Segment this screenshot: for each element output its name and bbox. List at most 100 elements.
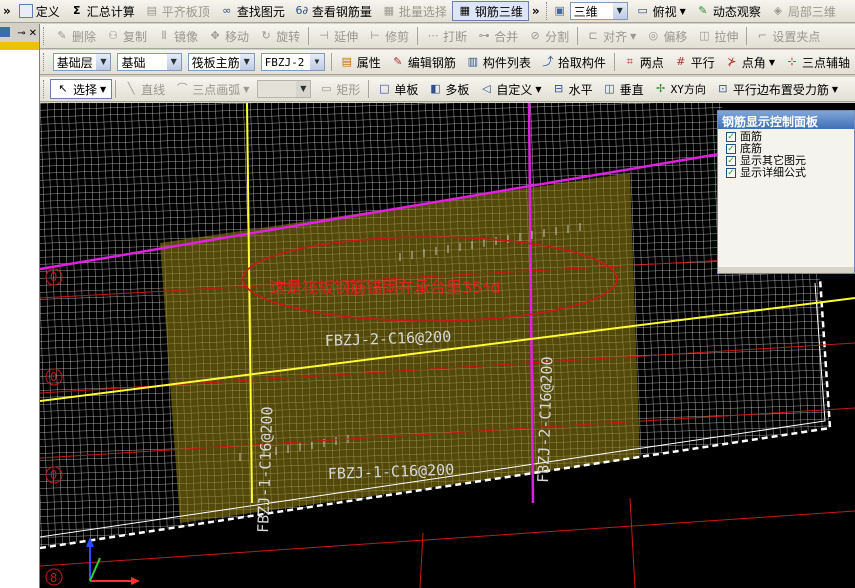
component-value: 筏板主筋: [191, 55, 240, 70]
checkbox-checked-icon[interactable]: ✓: [726, 144, 736, 154]
left-panel-header: ⊸ ✕: [0, 24, 39, 42]
align-button[interactable]: ⊏ 对齐 ▼: [581, 26, 641, 46]
extend-button[interactable]: ⊣ 延伸: [312, 26, 363, 46]
rotate-button[interactable]: ↻ 旋转: [254, 26, 305, 46]
chevron-down-icon: ▼: [309, 54, 324, 70]
delete-label: 删除: [72, 29, 97, 44]
component-select[interactable]: 筏板主筋 ▼: [187, 53, 255, 71]
merge-button[interactable]: ⊶ 合并: [472, 26, 523, 46]
three-point-axis-button[interactable]: ⊹ 三点辅轴: [780, 52, 855, 72]
arc-option-select[interactable]: ▼: [257, 80, 312, 98]
parallel-edge-button[interactable]: ⊡ 平行边布置受力筋 ▼: [711, 79, 843, 99]
offset-button[interactable]: ◎ 偏移: [641, 26, 692, 46]
level-slab-top-button[interactable]: ▤ 平齐板顶: [140, 1, 215, 21]
close-icon[interactable]: ✕: [29, 28, 37, 39]
stretch-button[interactable]: ◫ 拉伸: [692, 26, 743, 46]
top-view-button[interactable]: ▭ 俯视 ▼: [631, 1, 691, 21]
component-list-button[interactable]: ▥ 构件列表: [461, 52, 536, 72]
rect-button[interactable]: ▭ 矩形: [314, 79, 365, 99]
chevron-down-icon: ▼: [100, 84, 107, 94]
break-button[interactable]: ⋯ 打断: [421, 26, 472, 46]
orbit-button[interactable]: ✎ 动态观察: [691, 1, 766, 21]
toolbar-grip[interactable]: [43, 27, 47, 45]
trim-button[interactable]: ⊢ 修剪: [363, 26, 414, 46]
summary-calc-button[interactable]: Σ 汇总计算: [65, 1, 140, 21]
properties-button[interactable]: ▤ 属性: [335, 52, 386, 72]
toolbar-divider: [115, 80, 117, 98]
parallel-button[interactable]: # 平行: [669, 52, 720, 72]
toolbar-grip[interactable]: [43, 53, 47, 71]
define-button[interactable]: 定义: [14, 1, 65, 21]
vertical-label: 垂直: [619, 82, 644, 97]
pick-component-button[interactable]: ⤴ 拾取构件: [536, 52, 611, 72]
parallel-icon: #: [676, 55, 686, 68]
toolbar-grip[interactable]: [43, 80, 47, 98]
checkbox-checked-icon[interactable]: ✓: [726, 168, 736, 178]
local-3d-button[interactable]: ◈ 局部三维: [766, 1, 841, 21]
view-rebar-qty-button[interactable]: 6∂ 查看钢筋量: [290, 1, 377, 21]
arc-button[interactable]: ⌒ 三点画弧 ▼: [170, 79, 254, 99]
annotation-text: 这是筏板钢筋锚固在承台里35*d: [270, 278, 501, 297]
multi-slab-button[interactable]: ◧ 多板: [423, 79, 474, 99]
checkbox-checked-icon[interactable]: ✓: [726, 156, 736, 166]
parallel-edge-label: 平行边布置受力筋: [732, 82, 829, 97]
merge-label: 合并: [494, 29, 519, 44]
toolbar-grip[interactable]: [545, 2, 550, 20]
toolbar-divider: [417, 27, 419, 45]
view-mode-select[interactable]: 三维 ▼: [569, 2, 628, 20]
orbit-icon: ✎: [698, 4, 708, 17]
mirror-button[interactable]: ⫴ 镜像: [152, 26, 203, 46]
type-value: 基础: [121, 55, 146, 70]
rebar-3d-app: » 定义 Σ 汇总计算 ▤ 平齐板顶 ∞ 查找图元 6∂ 查看钢筋量 ▦ 批量选择 ▦ 钢筋…: [0, 0, 855, 588]
toolbar-overflow-chevron[interactable]: »: [0, 1, 14, 21]
rebar-display-panel: 钢筋显示控制面板 ✓ 面筋 ✓ 底筋 ✓ 显示其它图元 ✓ 显示详细公式: [717, 110, 855, 274]
line-button[interactable]: ╲ 直线: [119, 79, 170, 99]
xy-direction-button[interactable]: ✢ XY方向: [649, 79, 711, 99]
grid-3d-icon: ▦: [459, 4, 471, 17]
rebar-3d-button[interactable]: ▦ 钢筋三维: [451, 1, 529, 21]
code-value: FBZJ-2: [264, 55, 305, 69]
pin-icon[interactable]: ⊸: [17, 28, 25, 39]
local-3d-icon: ◈: [773, 4, 783, 17]
panel-scrollbar[interactable]: [718, 267, 854, 273]
offset-label: 偏移: [663, 29, 688, 44]
batch-select-icon: ▦: [383, 4, 395, 17]
floor-select[interactable]: 基础层 ▼: [52, 53, 112, 71]
three-point-axis-icon: ⊹: [787, 55, 797, 68]
level-icon: ▤: [146, 4, 157, 17]
sigma-icon: Σ: [73, 4, 81, 17]
rebar-icon: 6∂: [295, 4, 309, 17]
edit-rebar-label: 编辑钢筋: [407, 55, 456, 70]
custom-button[interactable]: ◁ 自定义 ▼: [474, 79, 546, 99]
code-select[interactable]: FBZJ-2 ▼: [260, 53, 325, 71]
select-button[interactable]: ↖ 选择 ▼: [50, 79, 113, 99]
move-button[interactable]: ✥ 移动: [203, 26, 254, 46]
option-top-rebar[interactable]: ✓ 面筋: [718, 131, 854, 143]
edit-rebar-button[interactable]: ✎ 编辑钢筋: [386, 52, 461, 72]
two-point-button[interactable]: ⌗ 两点: [618, 52, 669, 72]
checkbox-checked-icon[interactable]: ✓: [726, 132, 736, 142]
two-point-icon: ⌗: [626, 55, 633, 68]
option-show-formula[interactable]: ✓ 显示详细公式: [718, 167, 854, 179]
stretch-label: 拉伸: [714, 29, 739, 44]
single-slab-button[interactable]: □ 单板: [372, 79, 423, 99]
horizontal-button[interactable]: ⊟ 水平: [547, 79, 598, 99]
pick-icon: ⤴: [542, 55, 554, 68]
split-button[interactable]: ⊘ 分割: [523, 26, 574, 46]
rebar-display-panel-title: 钢筋显示控制面板: [718, 111, 854, 129]
left-panel: ⊸ ✕: [0, 24, 40, 588]
batch-select-button[interactable]: ▦ 批量选择: [377, 1, 452, 21]
set-grip-button[interactable]: ⌐ 设置夹点: [750, 26, 825, 46]
level-slab-top-label: 平齐板顶: [161, 4, 210, 19]
find-element-button[interactable]: ∞ 查找图元: [215, 1, 290, 21]
vertical-button[interactable]: ◫ 垂直: [598, 79, 649, 99]
copy-button[interactable]: ⚇ 复制: [101, 26, 152, 46]
type-select[interactable]: 基础 ▼: [117, 53, 182, 71]
offset-icon: ◎: [648, 29, 659, 42]
toolbar-overflow-chevron-2[interactable]: »: [529, 1, 543, 21]
delete-button[interactable]: ✎ 删除: [50, 26, 101, 46]
point-angle-button[interactable]: ⊁ 点角 ▼: [720, 52, 780, 72]
toolbar-divider: [308, 27, 310, 45]
break-label: 打断: [443, 29, 468, 44]
panel-icon: [0, 27, 10, 37]
